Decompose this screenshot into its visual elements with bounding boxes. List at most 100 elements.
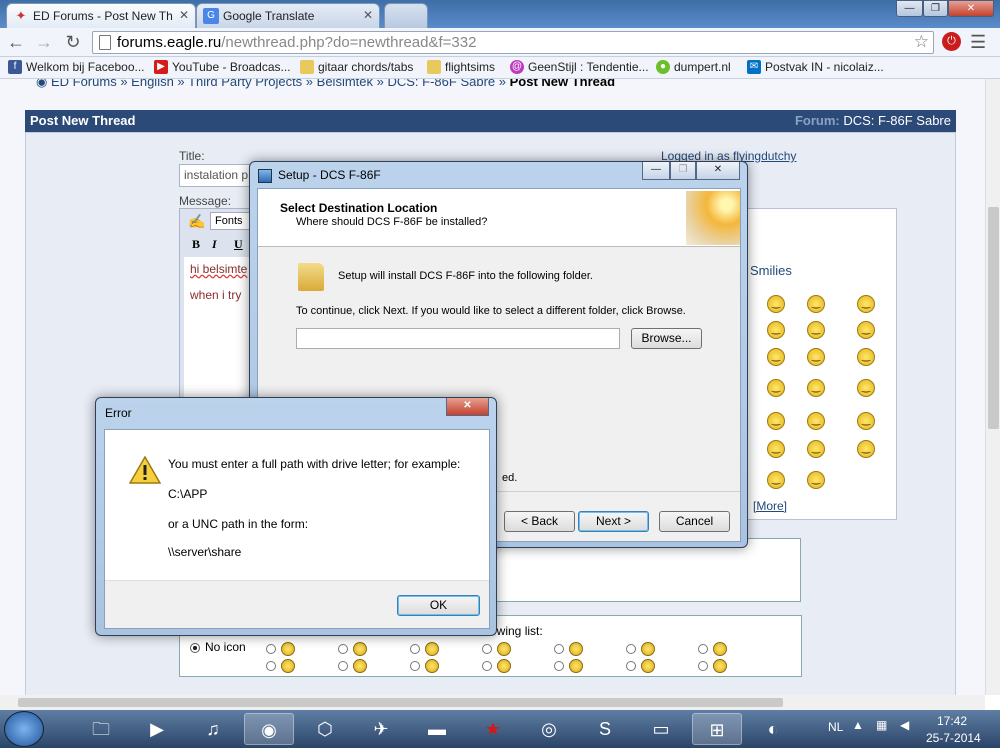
next-button[interactable]: Next > [578,511,649,532]
destination-path-input[interactable] [296,328,620,349]
post-icon-radio[interactable] [338,644,348,654]
clock-date[interactable]: 25-7-2014 [926,731,981,745]
close-icon[interactable]: ✕ [696,162,740,180]
smiley-icon[interactable]: ‿ [857,295,875,313]
scroll-thumb[interactable] [18,698,783,707]
title-input[interactable]: instalation p [179,164,254,187]
vertical-scrollbar[interactable] [985,79,1000,695]
post-icon-radio[interactable] [554,644,564,654]
emblem-taskbar-icon[interactable]: ◎ [524,713,574,745]
tab-ed-forums[interactable]: ✦ ED Forums - Post New Th ✕ [6,3,196,28]
forum-name[interactable]: DCS: F-86F Sabre [843,113,951,128]
dcs-taskbar-icon[interactable]: ▬ [412,713,462,745]
breadcrumb-item[interactable]: Third Party Projects [188,79,302,89]
flight-app-taskbar-icon[interactable]: ✈ [356,713,406,745]
red-star-taskbar-icon[interactable]: ★ [468,713,518,745]
smiley-icon[interactable]: ‿ [807,440,825,458]
post-icon-radio[interactable] [482,644,492,654]
smiley-icon[interactable]: ‿ [857,379,875,397]
back-arrow-icon[interactable]: ← [5,32,27,54]
folder-taskbar-icon[interactable]: ▭ [636,713,686,745]
media-player-taskbar-icon[interactable]: ▶ [132,713,182,745]
smiley-icon[interactable]: ‿ [857,412,875,430]
post-icon-radio[interactable] [626,661,636,671]
ok-button[interactable]: OK [397,595,480,616]
tab-google-translate[interactable]: G Google Translate ✕ [196,3,380,28]
smiley-icon[interactable]: ‿ [767,440,785,458]
scroll-thumb[interactable] [988,207,999,429]
post-icon-radio[interactable] [554,661,564,671]
post-icon-radio[interactable] [338,661,348,671]
post-icon-radio[interactable] [698,644,708,654]
bookmark-youtube[interactable]: ▶ YouTube - Broadcas... [154,60,291,74]
volume-tray-icon[interactable]: ◀ [900,718,909,732]
bold-icon[interactable]: B [192,237,200,252]
close-tab-icon[interactable]: ✕ [363,8,373,22]
bookmark-folder-flightsims[interactable]: flightsims [427,60,495,74]
bookmark-facebook[interactable]: f Welkom bij Faceboo... [8,60,145,74]
bookmark-postvak[interactable]: ✉ Postvak IN - nicolaiz... [747,60,884,74]
breadcrumb-item[interactable]: ED Forums [51,79,117,89]
italic-icon[interactable]: I [212,237,217,252]
browse-button[interactable]: Browse... [631,328,702,349]
start-button[interactable] [4,711,44,747]
smiley-icon[interactable]: ‿ [767,321,785,339]
skype-taskbar-icon[interactable]: S [580,713,630,745]
smiley-icon[interactable]: ‿ [767,295,785,313]
language-indicator[interactable]: NL [828,720,843,734]
bookmark-dumpert[interactable]: ● dumpert.nl [656,60,731,74]
explorer-taskbar-icon[interactable]: 🗀 [76,713,126,745]
itunes-taskbar-icon[interactable]: ♫ [188,713,238,745]
smiley-icon[interactable]: ‿ [767,471,785,489]
tray-arrow-icon[interactable]: ▲ [852,718,864,732]
post-icon-radio[interactable] [266,661,276,671]
bookmark-geenstijl[interactable]: @ GeenStijl : Tendentie... [510,60,649,74]
breadcrumb-item[interactable]: Belsimtek [317,79,373,89]
restore-window-icon[interactable]: ❐ [923,0,948,17]
chrome-taskbar-icon[interactable]: ◉ [244,713,294,745]
network-app-taskbar-icon[interactable]: ⬡ [300,713,350,745]
horizontal-scrollbar[interactable] [0,695,985,710]
maximize-icon[interactable]: ❐ [670,162,696,180]
smiley-icon[interactable]: ‿ [857,348,875,366]
app-taskbar-icon[interactable]: ◐ [748,713,798,745]
close-icon[interactable]: ✕ [446,398,489,416]
post-icon-radio[interactable] [626,644,636,654]
smiley-icon[interactable]: ‿ [767,412,785,430]
close-tab-icon[interactable]: ✕ [179,8,189,22]
minimize-icon[interactable]: — [642,162,670,180]
post-icon-radio[interactable] [482,661,492,671]
smiley-icon[interactable]: ‿ [807,471,825,489]
breadcrumb-item[interactable]: English [131,79,174,89]
smiley-icon[interactable]: ‿ [767,379,785,397]
smiley-icon[interactable]: ‿ [807,295,825,313]
clock-time[interactable]: 17:42 [937,714,967,728]
reload-icon[interactable]: ↻ [62,32,84,54]
post-icon-radio[interactable] [410,661,420,671]
new-tab-button[interactable] [384,3,428,28]
post-icon-radio[interactable] [698,661,708,671]
back-button[interactable]: < Back [504,511,575,532]
smiley-icon[interactable]: ‿ [857,440,875,458]
smiley-icon[interactable]: ‿ [807,321,825,339]
bookmark-star-icon[interactable]: ☆ [914,32,929,52]
close-window-icon[interactable]: ✕ [948,0,994,17]
setup-taskbar-icon[interactable]: ⊞ [692,713,742,745]
editor-format-icon[interactable]: ✍ [188,213,205,230]
more-smilies-link[interactable]: [More] [753,499,787,513]
no-icon-radio[interactable] [190,643,200,653]
post-icon-radio[interactable] [410,644,420,654]
smiley-icon[interactable]: ‿ [807,412,825,430]
breadcrumb-item[interactable]: DCS: F-86F Sabre [387,79,495,89]
smiley-icon[interactable]: ‿ [807,348,825,366]
bookmark-folder-gitaar[interactable]: gitaar chords/tabs [300,60,413,74]
smiley-icon[interactable]: ‿ [767,348,785,366]
menu-icon[interactable]: ☰ [970,32,986,53]
address-bar[interactable]: forums.eagle.ru/newthread.php?do=newthre… [92,31,934,54]
smiley-icon[interactable]: ‿ [807,379,825,397]
adblock-icon[interactable]: ⏻ [942,32,961,51]
cancel-button[interactable]: Cancel [659,511,730,532]
forward-arrow-icon[interactable]: → [33,32,55,54]
smiley-icon[interactable]: ‿ [857,321,875,339]
network-tray-icon[interactable]: ▦ [876,718,887,732]
